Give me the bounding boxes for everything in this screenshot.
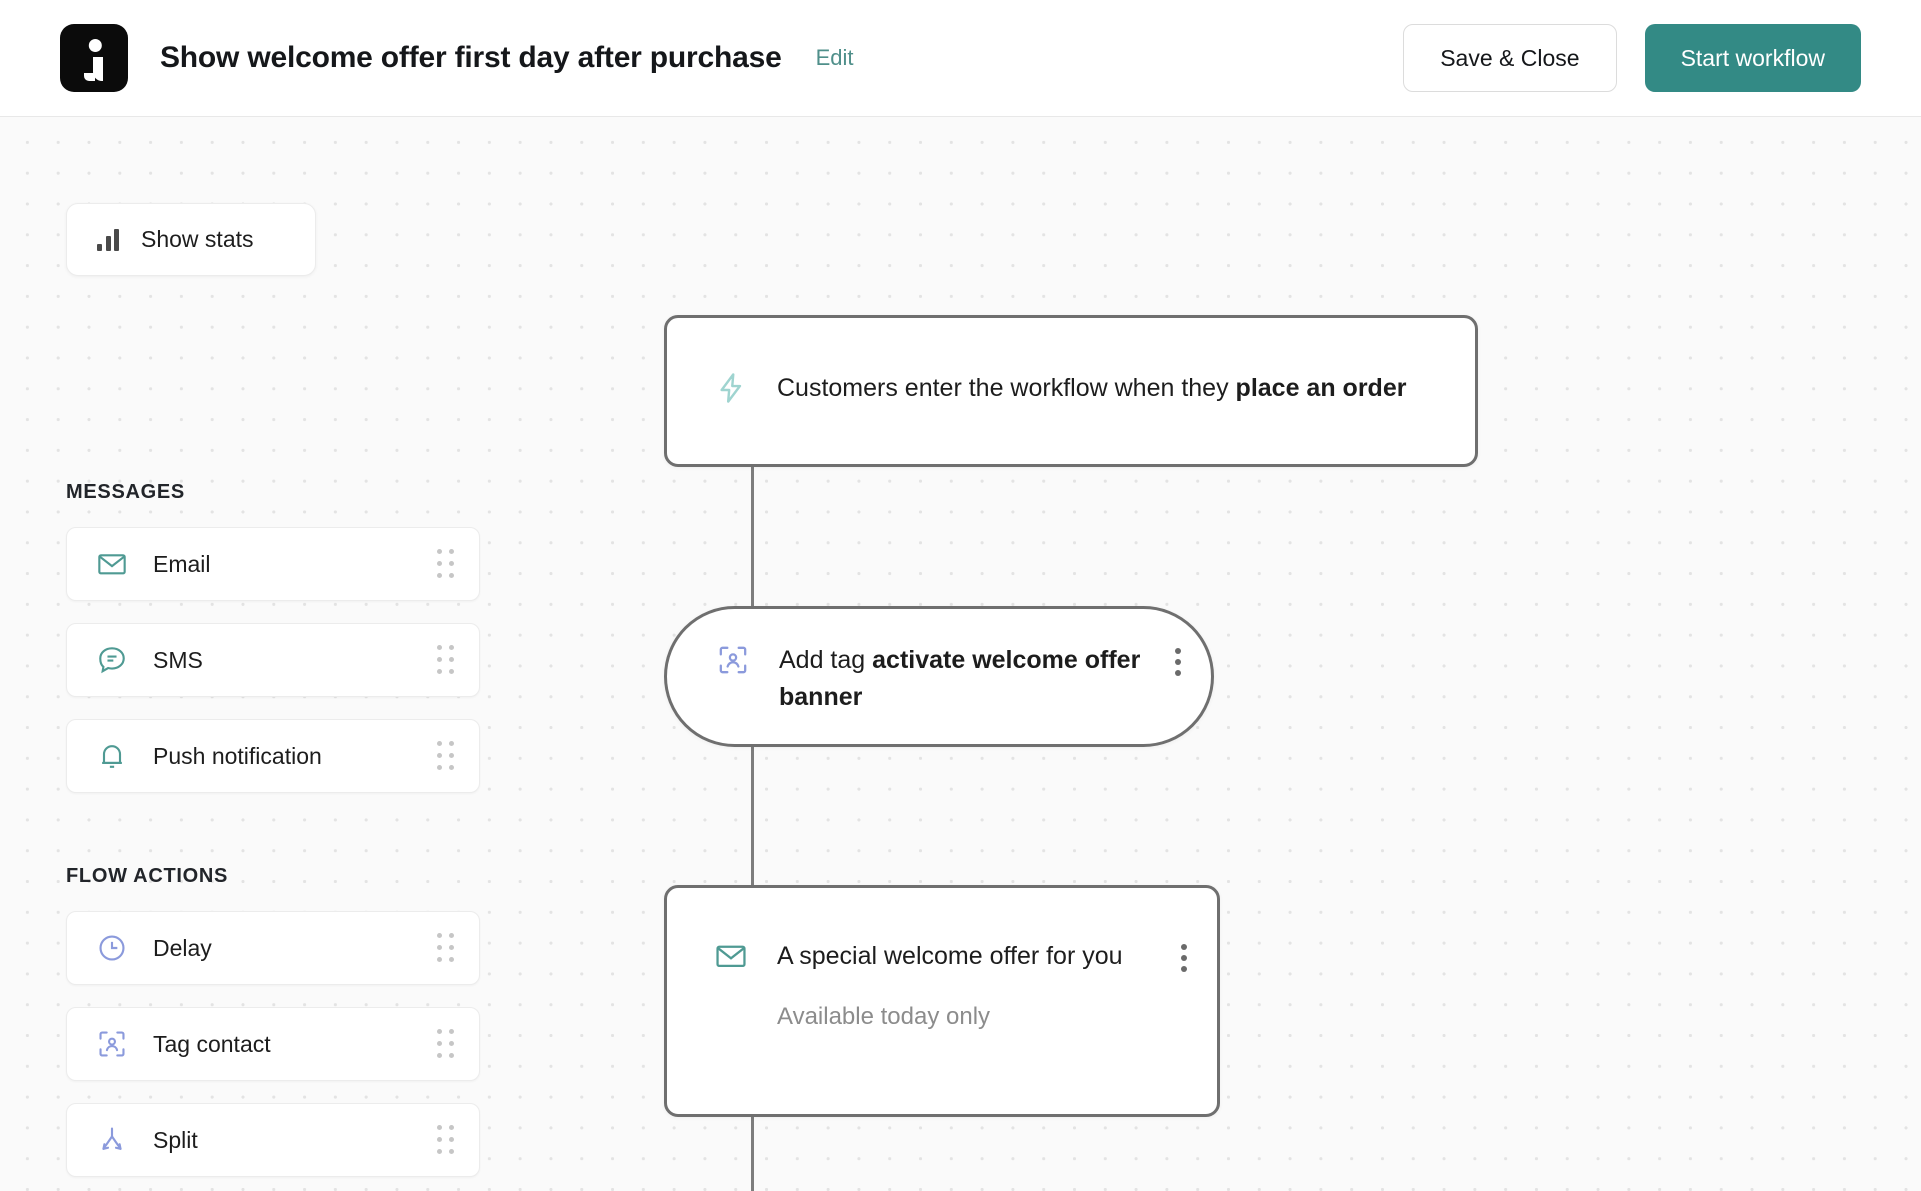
palette-item-label: Push notification — [153, 742, 322, 769]
node-trigger-title: Customers enter the workflow when they p… — [777, 374, 1406, 402]
top-bar-actions: Save & Close Start workflow — [1403, 24, 1861, 92]
clock-icon — [95, 931, 129, 965]
show-stats-label: Show stats — [141, 226, 254, 252]
drag-handle-icon[interactable] — [437, 645, 455, 675]
node-add-tag[interactable]: Add tag activate welcome offer banner — [664, 606, 1214, 747]
node-add-tag-text: Add tag — [779, 646, 873, 674]
palette-item-label: Tag contact — [153, 1030, 271, 1057]
tag-contact-icon — [95, 1027, 129, 1061]
palette-item-label: Email — [153, 550, 211, 577]
drag-handle-icon[interactable] — [437, 741, 455, 771]
edit-title-link[interactable]: Edit — [816, 45, 854, 71]
connector-email-to-wait — [751, 1115, 754, 1191]
more-vertical-icon[interactable] — [1181, 938, 1187, 972]
node-add-tag-body: Add tag activate welcome offer banner — [779, 642, 1157, 716]
palette-item-push-notification[interactable]: Push notification — [66, 719, 480, 793]
node-add-tag-title: Add tag activate welcome offer banner — [779, 646, 1140, 711]
palette-item-label: SMS — [153, 646, 203, 673]
envelope-icon — [95, 547, 129, 581]
node-email[interactable]: A special welcome offer for you Availabl… — [664, 885, 1220, 1117]
drag-handle-icon[interactable] — [437, 1029, 455, 1059]
lightning-bolt-icon — [713, 370, 749, 406]
node-email-body: A special welcome offer for you Availabl… — [777, 938, 1163, 1031]
node-trigger[interactable]: Customers enter the workflow when they p… — [664, 315, 1478, 467]
page-title: Show welcome offer first day after purch… — [160, 41, 782, 74]
palette-item-split[interactable]: Split — [66, 1103, 480, 1177]
palette-item-label: Delay — [153, 934, 212, 961]
save-and-close-button[interactable]: Save & Close — [1403, 24, 1617, 92]
node-email-title: A special welcome offer for you — [777, 942, 1123, 970]
inbox-person-logo-icon — [60, 24, 128, 92]
palette-group-title-flow-actions: FLOW ACTIONS — [66, 865, 229, 887]
node-trigger-text: Customers enter the workflow when they — [777, 374, 1236, 402]
node-trigger-body: Customers enter the workflow when they p… — [777, 370, 1441, 407]
bell-icon — [95, 739, 129, 773]
more-vertical-icon[interactable] — [1175, 642, 1181, 676]
drag-handle-icon[interactable] — [437, 1125, 455, 1155]
palette-item-sms[interactable]: SMS — [66, 623, 480, 697]
connector-tag-to-email — [751, 745, 754, 889]
envelope-icon — [713, 938, 749, 974]
show-stats-button[interactable]: Show stats — [66, 203, 316, 276]
node-trigger-emphasis: place an order — [1235, 374, 1407, 402]
palette-item-label: Split — [153, 1126, 198, 1153]
tag-contact-icon — [715, 642, 751, 678]
palette-item-delay[interactable]: Delay — [66, 911, 480, 985]
bar-chart-icon — [97, 228, 119, 251]
drag-handle-icon[interactable] — [437, 933, 455, 963]
palette-item-tag-contact[interactable]: Tag contact — [66, 1007, 480, 1081]
drag-handle-icon[interactable] — [437, 549, 455, 579]
top-bar: Show welcome offer first day after purch… — [0, 0, 1921, 117]
split-arrows-icon — [95, 1123, 129, 1157]
palette-item-email[interactable]: Email — [66, 527, 480, 601]
workflow-canvas[interactable]: Show stats MESSAGES Email SMS Push notif… — [0, 117, 1921, 1191]
palette-group-title-messages: MESSAGES — [66, 481, 185, 503]
connector-trigger-to-tag — [751, 465, 754, 610]
palette-sidebar: Show stats MESSAGES Email SMS Push notif… — [0, 117, 540, 1191]
node-email-subtitle: Available today only — [777, 1003, 991, 1030]
chat-bubble-icon — [95, 643, 129, 677]
start-workflow-button[interactable]: Start workflow — [1644, 24, 1861, 92]
